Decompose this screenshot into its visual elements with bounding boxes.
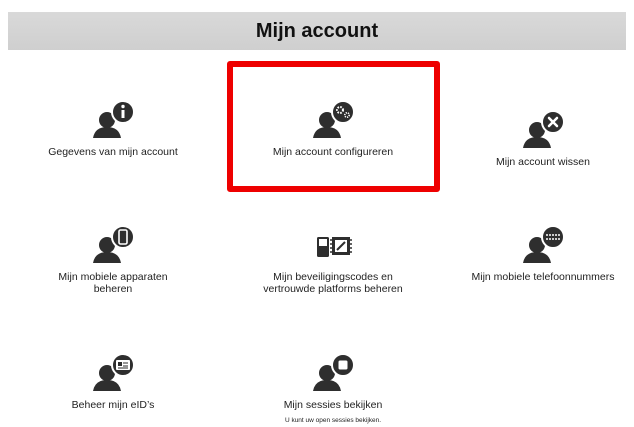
user-eid-card-icon bbox=[83, 353, 143, 393]
tile-account-details[interactable]: Gegevens van mijn account bbox=[13, 100, 213, 158]
user-phone-number-icon bbox=[513, 225, 573, 265]
tile-label: Mijn mobiele telefoonnummers bbox=[471, 271, 615, 283]
tile-manage-eid[interactable]: Beheer mijn eID’s bbox=[13, 353, 213, 411]
user-session-icon bbox=[303, 353, 363, 393]
user-info-icon bbox=[83, 100, 143, 140]
security-chip-icon bbox=[303, 225, 363, 265]
user-delete-icon bbox=[513, 110, 573, 150]
tile-security-codes[interactable]: Mijn beveiligingscodes en vertrouwde pla… bbox=[233, 225, 433, 295]
user-settings-icon bbox=[303, 100, 363, 140]
tile-delete-account[interactable]: Mijn account wissen bbox=[443, 110, 634, 168]
tile-label: Mijn account configureren bbox=[272, 146, 394, 158]
tile-label: Mijn mobiele apparaten beheren bbox=[58, 271, 168, 295]
tile-view-sessions[interactable]: Mijn sessies bekijken U kunt uw open ses… bbox=[233, 353, 433, 424]
tile-phone-numbers[interactable]: Mijn mobiele telefoonnummers bbox=[443, 225, 634, 283]
tile-label: Beheer mijn eID’s bbox=[71, 399, 155, 411]
tile-sublabel: U kunt uw open sessies bekijken. bbox=[284, 417, 382, 424]
page-header: Mijn account bbox=[8, 12, 626, 50]
tile-label: Mijn account wissen bbox=[496, 156, 590, 168]
tile-label: Mijn sessies bekijken bbox=[283, 399, 383, 411]
user-mobile-icon bbox=[83, 225, 143, 265]
tile-configure-account[interactable]: Mijn account configureren bbox=[233, 100, 433, 158]
tile-label: Mijn beveiligingscodes en vertrouwde pla… bbox=[263, 271, 403, 295]
tile-mobile-devices[interactable]: Mijn mobiele apparaten beheren bbox=[13, 225, 213, 295]
page-title: Mijn account bbox=[255, 19, 379, 42]
tile-label: Gegevens van mijn account bbox=[48, 146, 178, 158]
